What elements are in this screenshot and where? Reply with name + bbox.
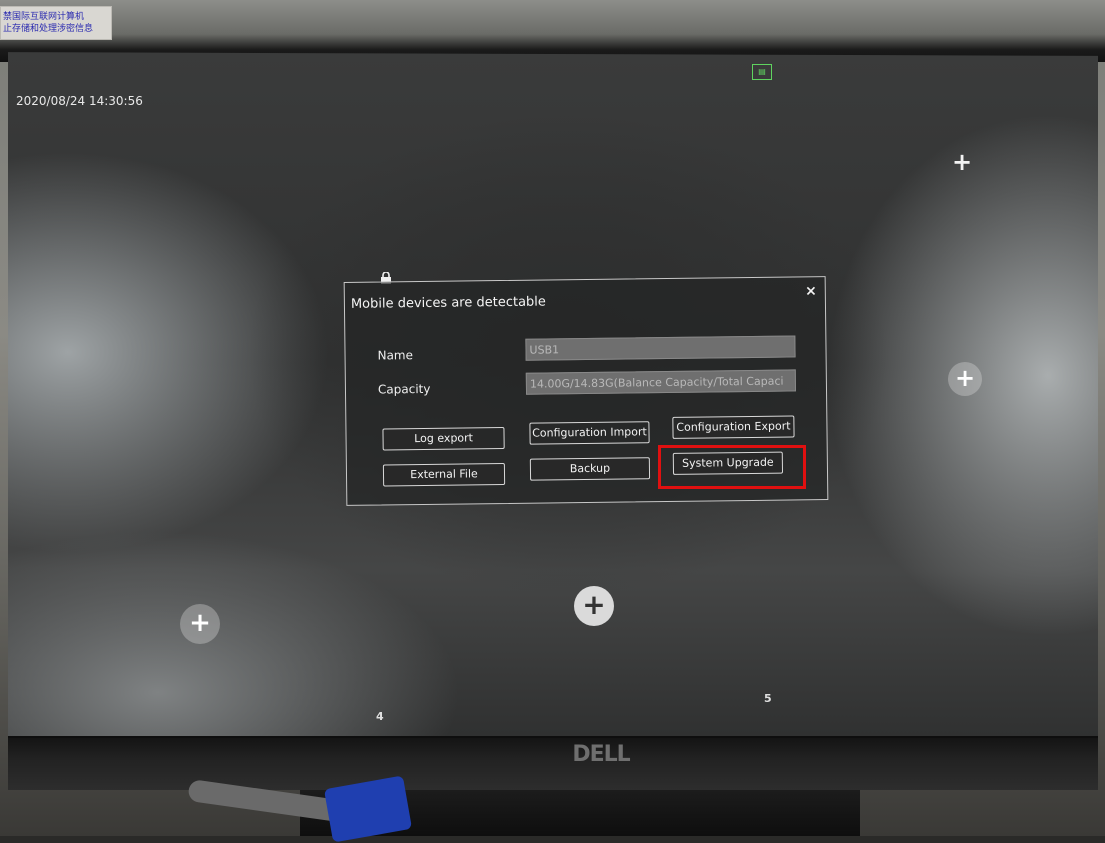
configuration-export-button[interactable]: Configuration Export (672, 415, 795, 439)
device-name-field[interactable]: USB1 (525, 335, 796, 361)
add-channel-icon[interactable]: + (574, 586, 614, 626)
channel-number: 4 (376, 710, 384, 723)
monitor-bottom-bezel (8, 738, 1098, 790)
backup-button[interactable]: Backup (529, 457, 651, 481)
hdd-status-icon: ▤ (752, 64, 772, 80)
close-icon[interactable]: × (805, 283, 817, 299)
dialog-title: Mobile devices are detectable (350, 294, 546, 312)
log-export-button[interactable]: Log export (382, 426, 505, 451)
osd-timestamp: 2020/08/24 14:30:56 (16, 94, 143, 108)
external-file-button[interactable]: External File (382, 462, 506, 487)
name-label: Name (377, 348, 414, 363)
security-sticker: 禁国际互联网计算机 止存储和处理涉密信息 (0, 6, 112, 40)
configuration-import-button[interactable]: Configuration Import (529, 421, 650, 445)
add-channel-icon[interactable]: + (948, 362, 982, 396)
add-channel-icon[interactable]: + (180, 604, 220, 644)
system-upgrade-highlight (658, 445, 806, 489)
add-channel-icon[interactable]: + (952, 150, 972, 174)
capacity-label: Capacity (377, 381, 431, 397)
channel-number: 5 (764, 692, 772, 705)
capacity-field[interactable]: 14.00G/14.83G(Balance Capacity/Total Cap… (525, 369, 797, 395)
monitor-brand-logo: DELL (572, 742, 630, 767)
